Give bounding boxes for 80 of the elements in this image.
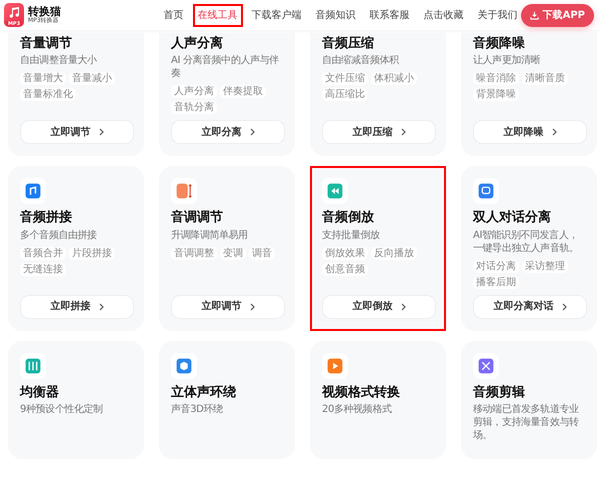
feature-tag: 反向播放 bbox=[371, 246, 417, 260]
start-tool-button[interactable]: 立即调节 bbox=[20, 120, 134, 144]
tool-description: 让人声更加清晰 bbox=[473, 54, 542, 68]
feature-tag: 创意音频 bbox=[322, 262, 368, 276]
feature-tag: 噪音消除 bbox=[473, 72, 519, 86]
start-tool-button[interactable]: 立即降噪 bbox=[473, 120, 587, 144]
feature-tag: 倒放效果 bbox=[322, 246, 368, 260]
tool-description: 20多种视频格式 bbox=[322, 402, 393, 416]
video-play-icon bbox=[327, 358, 343, 374]
nav-link[interactable]: 关于我们 bbox=[474, 6, 521, 24]
tool-description: 移动端已首发多轨道专业剪辑，支持海量音效与转场。 bbox=[473, 402, 580, 442]
tool-description: 升调降调简单易用 bbox=[171, 228, 249, 242]
tool-description: 自由调整音量大小 bbox=[20, 54, 98, 68]
tool-description: 9种预设个性化定制 bbox=[20, 402, 104, 416]
logo-icon bbox=[4, 3, 24, 21]
tool-title: 音调调节 bbox=[171, 210, 224, 226]
feature-tag: 无缝连接 bbox=[20, 262, 66, 276]
pitch-icon bbox=[176, 183, 192, 200]
feature-tag: 背景降噪 bbox=[473, 88, 519, 102]
feature-tag: 采访整理 bbox=[522, 260, 568, 272]
chevron-right-icon bbox=[250, 128, 254, 136]
feature-tag: 伴奏提取 bbox=[220, 85, 266, 98]
tool-title: 音频剪辑 bbox=[473, 384, 526, 401]
feature-tag: 变调 bbox=[220, 246, 246, 260]
tool-title: 双人对话分离 bbox=[473, 210, 552, 226]
tool-title: 视频格式转换 bbox=[322, 384, 401, 401]
feature-tag: 清晰音质 bbox=[522, 72, 568, 86]
feature-tag: 文件压缩 bbox=[322, 72, 368, 86]
nav-link[interactable]: 在线工具 bbox=[194, 6, 241, 24]
equalizer-icon bbox=[25, 358, 41, 374]
feature-tag: 片段拼接 bbox=[69, 246, 115, 260]
feature-tag: 人声分离 bbox=[171, 85, 217, 98]
tool-description: 自由缩减音频体积 bbox=[322, 54, 400, 68]
chevron-right-icon bbox=[552, 128, 556, 136]
feature-tag: 音量增大 bbox=[20, 72, 66, 86]
start-tool-button[interactable]: 立即拼接 bbox=[20, 294, 134, 318]
chevron-right-icon bbox=[400, 302, 406, 310]
brand-name: 转换猫 bbox=[28, 6, 61, 18]
feature-tag: 高压缩比 bbox=[322, 88, 368, 102]
nav-link[interactable]: 音频知识 bbox=[312, 6, 359, 24]
feature-tag: 音轨分离 bbox=[171, 101, 217, 114]
tool-title: 音量调节 bbox=[20, 36, 73, 52]
scissors-icon bbox=[478, 358, 494, 374]
chevron-right-icon bbox=[250, 302, 254, 310]
download-app-button[interactable]: 下载APP bbox=[520, 4, 594, 26]
start-tool-button[interactable]: 立即调节 bbox=[171, 294, 285, 318]
tool-description: 多个音频自由拼接 bbox=[20, 228, 98, 242]
nav-link[interactable]: 首页 bbox=[160, 6, 187, 24]
tool-title: 音频压缩 bbox=[322, 36, 375, 52]
chevron-right-icon bbox=[98, 128, 104, 136]
nav-link[interactable]: 联系客服 bbox=[366, 6, 413, 24]
download-icon bbox=[530, 10, 539, 20]
feature-tag: 音量减小 bbox=[69, 72, 115, 86]
feature-tag: 调音 bbox=[249, 246, 275, 260]
rewind-icon bbox=[327, 183, 343, 200]
feature-tag: 音调调整 bbox=[171, 246, 217, 260]
tool-description: AI智能识别不同发言人，一键导出独立人声音轨。 bbox=[473, 228, 580, 254]
start-tool-button[interactable]: 立即倒放 bbox=[322, 294, 436, 318]
chevron-right-icon bbox=[562, 302, 566, 310]
tool-title: 音频倒放 bbox=[322, 210, 375, 226]
start-tool-button[interactable]: 立即分离 bbox=[171, 120, 285, 144]
start-tool-button[interactable]: 立即压缩 bbox=[322, 120, 436, 144]
tool-title: 立体声环绕 bbox=[171, 384, 237, 401]
nav-link[interactable]: 下载客户端 bbox=[248, 6, 305, 24]
tool-title: 音频拼接 bbox=[20, 210, 73, 226]
chevron-right-icon bbox=[400, 128, 406, 136]
tool-title: 人声分离 bbox=[171, 36, 224, 52]
tool-description: 声音3D环绕 bbox=[171, 402, 224, 416]
feature-tag: 体积减小 bbox=[371, 72, 417, 86]
chevron-right-icon bbox=[98, 302, 104, 310]
start-tool-button[interactable]: 立即分离对话 bbox=[473, 294, 587, 318]
tool-title: 音频降噪 bbox=[473, 36, 526, 52]
tool-description: 支持批量倒放 bbox=[322, 228, 381, 242]
feature-tag: 播客后期 bbox=[473, 276, 519, 288]
feature-tag: 对话分离 bbox=[473, 260, 519, 272]
tool-description: AI 分离音频中的人声与伴奏 bbox=[171, 54, 280, 80]
feature-tag: 音量标准化 bbox=[20, 88, 76, 102]
feature-tag: 音频合并 bbox=[20, 246, 66, 260]
tool-title: 均衡器 bbox=[20, 384, 60, 401]
nav-link[interactable]: 点击收藏 bbox=[420, 6, 467, 24]
